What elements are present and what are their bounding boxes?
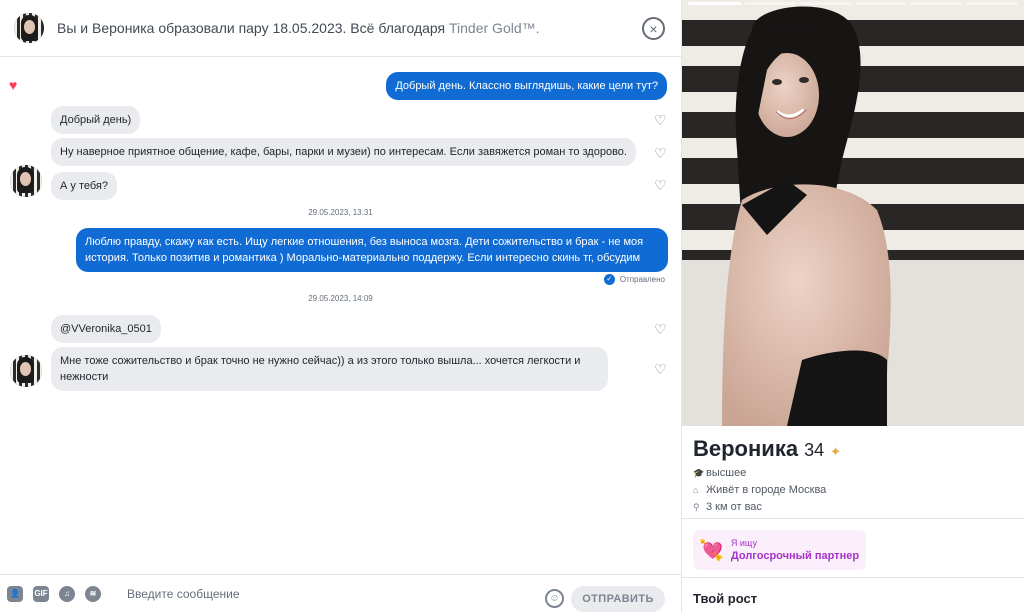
music-icon[interactable]: ♫ bbox=[59, 585, 75, 602]
divider bbox=[682, 518, 1024, 519]
looking-for-card: 💘 Я ищу Долгосрочный партнер bbox=[693, 530, 866, 570]
education-value: высшее bbox=[706, 467, 747, 479]
spotify-icon[interactable]: ≋ bbox=[85, 585, 101, 602]
city-value: Живёт в городе Москва bbox=[706, 484, 827, 496]
tinder-gold-link[interactable]: Tinder Gold™. bbox=[449, 20, 540, 36]
profile-photo[interactable] bbox=[682, 0, 1024, 426]
message-input[interactable] bbox=[127, 586, 527, 601]
match-avatar[interactable] bbox=[10, 165, 42, 197]
heart-icon[interactable]: ♡ bbox=[654, 322, 667, 336]
profile-panel: Вероника 34 ✦ 🎓 высшее ⌂ Живёт в городе … bbox=[682, 0, 1024, 612]
sent-status-label: Отправлено bbox=[619, 275, 665, 284]
photo-progress bbox=[688, 2, 1018, 5]
message-incoming: @VVeronika_0501 bbox=[51, 315, 161, 343]
divider bbox=[682, 577, 1024, 578]
check-icon: ✓ bbox=[603, 274, 615, 285]
heart-icon[interactable]: ♡ bbox=[654, 113, 667, 127]
city-row: ⌂ Живёт в городе Москва bbox=[693, 484, 826, 496]
sparkle-badge-icon: ✦ bbox=[830, 444, 841, 459]
heart-arrow-icon: 💘 bbox=[699, 539, 724, 562]
close-icon[interactable]: × bbox=[642, 17, 665, 40]
message-incoming: Добрый день) bbox=[51, 106, 141, 134]
message-incoming: Ну наверное приятное общение, кафе, бары… bbox=[51, 138, 636, 166]
smile-icon[interactable]: ☺ bbox=[545, 589, 564, 608]
message-composer: 👤 GIF ♫ ≋ ☺ ОТПРАВИТЬ bbox=[0, 574, 681, 612]
chat-panel: Вы и Вероника образовали пару 18.05.2023… bbox=[0, 0, 682, 612]
graduation-cap-icon: 🎓 bbox=[693, 467, 705, 478]
message-list: ♥ Добрый день. Классно выглядишь, какие … bbox=[0, 57, 681, 574]
message-timestamp: 29.05.2023, 14:09 bbox=[308, 294, 373, 303]
profile-age: 34 bbox=[804, 440, 825, 460]
contact-card-icon[interactable]: 👤 bbox=[7, 585, 23, 602]
match-info: Вы и Вероника образовали пару 18.05.2023… bbox=[57, 20, 540, 36]
match-avatar[interactable] bbox=[14, 13, 44, 43]
send-button[interactable]: ОТПРАВИТЬ bbox=[571, 586, 665, 612]
profile-name: Вероника bbox=[693, 436, 799, 461]
house-icon: ⌂ bbox=[693, 484, 699, 495]
match-text: Вы и Вероника образовали пару 18.05.2023… bbox=[57, 20, 446, 36]
profile-photo-image bbox=[682, 0, 1024, 426]
heart-icon[interactable]: ♡ bbox=[654, 146, 667, 160]
message-outgoing: Люблю правду, скажу как есть. Ищу легкие… bbox=[76, 228, 668, 272]
location-pin-icon: ⚲ bbox=[693, 501, 700, 512]
message-incoming: Мне тоже сожительство и брак точно не ну… bbox=[51, 347, 608, 391]
match-avatar[interactable] bbox=[10, 355, 42, 387]
profile-name-row: Вероника 34 ✦ bbox=[693, 436, 841, 462]
sent-status: ✓ Отправлено bbox=[603, 274, 665, 285]
heart-icon[interactable]: ♡ bbox=[654, 178, 667, 192]
heart-icon: ♥ bbox=[9, 77, 18, 93]
message-outgoing: Добрый день. Классно выглядишь, какие це… bbox=[386, 72, 667, 100]
distance-row: ⚲ 3 км от вас bbox=[693, 501, 762, 513]
height-section-title: Твой рост bbox=[693, 591, 758, 606]
heart-icon[interactable]: ♡ bbox=[654, 362, 667, 376]
chat-header: Вы и Вероника образовали пару 18.05.2023… bbox=[0, 0, 681, 57]
education-row: 🎓 высшее bbox=[693, 467, 746, 479]
message-incoming: А у тебя? bbox=[51, 172, 117, 200]
looking-value: Долгосрочный партнер bbox=[730, 549, 860, 562]
message-timestamp: 29.05.2023, 13:31 bbox=[308, 208, 373, 217]
distance-value: 3 км от вас bbox=[706, 501, 762, 513]
looking-caption: Я ищу bbox=[730, 537, 757, 548]
gif-button[interactable]: GIF bbox=[33, 585, 49, 602]
